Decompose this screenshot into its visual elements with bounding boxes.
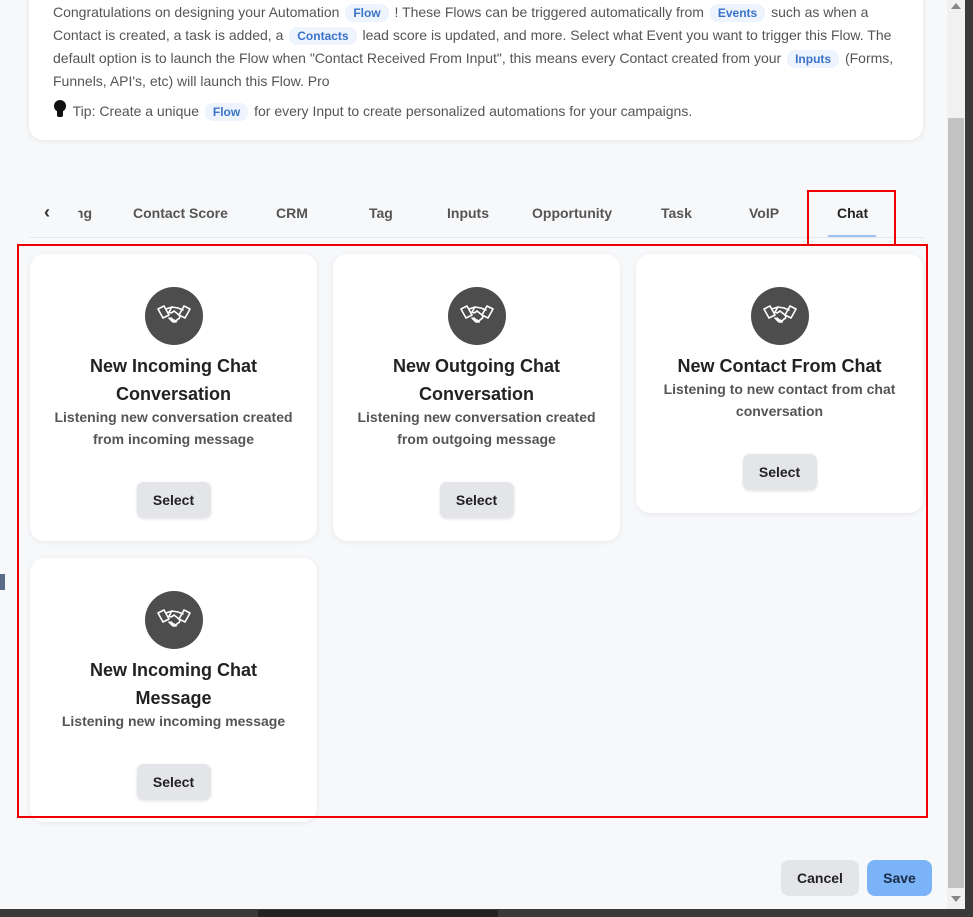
background-edge [0,574,5,590]
info-line-3: default option is to launch the Flow whe… [53,47,899,70]
info-card: Congratulations on designing your Automa… [29,0,923,140]
scroll-up-icon[interactable] [951,3,961,9]
info-text: ! These Flows can be triggered automatic… [394,4,704,20]
info-line-2: Contact is created, a task is added, a C… [53,24,899,47]
highlight-box-cards [17,244,928,818]
chevron-left-icon[interactable]: ‹ [44,202,50,223]
events-pill: Events [709,4,766,22]
tab-partial[interactable]: ng [78,205,92,221]
info-text: Congratulations on designing your Automa… [53,4,340,20]
highlight-box-chat-tab [807,190,896,246]
info-text: lead score is updated, and more. Select … [362,27,892,43]
tab-inputs[interactable]: Inputs [447,205,489,221]
background-strip [258,910,498,917]
inputs-pill: Inputs [787,50,840,68]
tab-contact-score[interactable]: Contact Score [133,205,228,221]
flow-pill: Flow [345,4,389,22]
tip-text: for every Input to create personalized a… [254,103,693,119]
trigger-modal: Congratulations on designing your Automa… [0,0,965,909]
info-text: (Forms, [844,50,894,66]
tab-voip[interactable]: VoIP [749,205,779,221]
info-text: such as when a [771,4,869,20]
scrollbar-thumb[interactable] [948,118,964,888]
info-line-1: Congratulations on designing your Automa… [53,1,899,24]
tab-tag[interactable]: Tag [369,205,393,221]
tip-text: Tip: Create a unique [72,103,199,119]
cancel-button[interactable]: Cancel [781,860,859,896]
contacts-pill: Contacts [289,27,357,45]
scroll-down-icon[interactable] [951,896,961,902]
event-category-tabs: ‹ ng Contact Score CRM Tag Inputs Opport… [30,190,924,238]
tab-task[interactable]: Task [661,205,692,221]
tab-crm[interactable]: CRM [276,205,308,221]
tab-opportunity[interactable]: Opportunity [532,205,612,221]
lightbulb-icon [53,100,67,118]
info-text: Contact is created, a task is added, a [53,27,284,43]
info-text: default option is to launch the Flow whe… [53,50,782,66]
save-button[interactable]: Save [867,860,932,896]
tip-line: Tip: Create a unique Flow for every Inpu… [53,100,899,123]
flow-pill: Flow [204,103,249,121]
info-line-4: Funnels, API's, etc) will launch this Fl… [53,73,330,89]
